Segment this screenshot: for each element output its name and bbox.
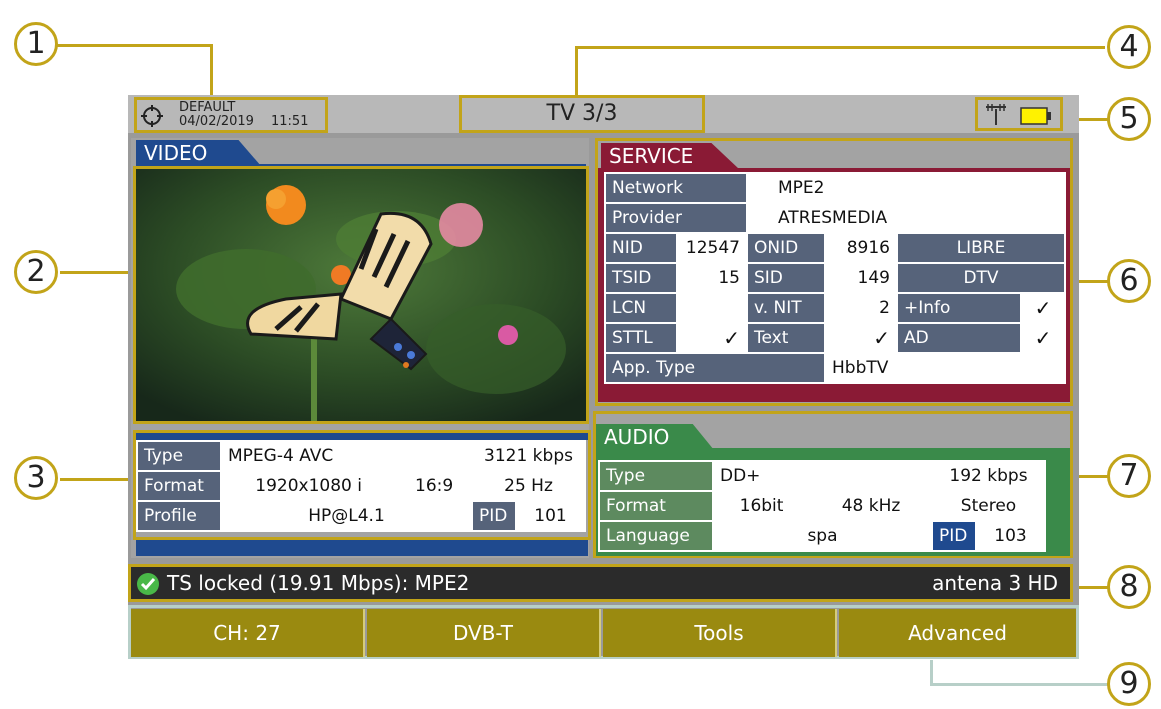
provider-label: Provider xyxy=(604,202,748,234)
callout-3: 3 xyxy=(14,456,58,500)
app-type-label: App. Type xyxy=(604,352,826,384)
audio-type-value: DD+ xyxy=(712,460,933,492)
date-text: 04/02/2019 xyxy=(179,114,254,129)
network-label: Network xyxy=(604,172,748,204)
audio-language-value: spa xyxy=(712,520,933,552)
sttl-label: STTL xyxy=(604,322,678,354)
video-pid-label: PID xyxy=(471,500,517,532)
video-frequency: 25 Hz xyxy=(471,470,586,502)
profile-box[interactable]: DEFAULT 04/02/2019 11:51 xyxy=(134,97,328,133)
vnit-value: 2 xyxy=(824,292,898,324)
target-icon xyxy=(141,105,163,131)
video-bottom-bar xyxy=(136,540,588,556)
signal-battery-box xyxy=(975,97,1063,131)
video-bitrate: 3121 kbps xyxy=(471,440,586,472)
callout-9-line xyxy=(930,683,1110,686)
video-type-value: MPEG-4 AVC xyxy=(220,440,473,472)
vnit-label: v. NIT xyxy=(746,292,826,324)
audio-pid-value: 103 xyxy=(975,520,1046,552)
callout-1-line xyxy=(53,44,213,47)
time-text: 11:51 xyxy=(271,114,309,129)
video-format-label: Format xyxy=(136,470,222,502)
callout-4: 4 xyxy=(1107,25,1151,69)
lock-status-text: TS locked (19.91 Mbps): MPE2 xyxy=(167,571,470,595)
audio-rate: 48 kHz xyxy=(809,490,933,522)
nid-label: NID xyxy=(604,232,678,264)
ad-check[interactable]: ✓ xyxy=(1020,322,1066,354)
butterfly-image xyxy=(136,169,586,421)
callout-4-line-v xyxy=(575,46,578,96)
check-circle-icon xyxy=(136,572,160,600)
info-label: +Info xyxy=(896,292,1022,324)
tsid-label: TSID xyxy=(604,262,678,294)
audio-format-label: Format xyxy=(598,490,714,522)
callout-5: 5 xyxy=(1107,97,1151,141)
sid-label: SID xyxy=(746,262,826,294)
callout-1-line-v xyxy=(210,44,213,99)
video-info-rule xyxy=(136,433,588,440)
callout-7: 7 xyxy=(1107,454,1151,498)
profile-name: DEFAULT xyxy=(179,100,236,115)
softkey-advanced[interactable]: Advanced xyxy=(839,609,1076,657)
lock-status-bar: TS locked (19.91 Mbps): MPE2 antena 3 HD xyxy=(128,564,1073,602)
callout-4-line xyxy=(575,46,1105,49)
antenna-icon xyxy=(984,103,1008,129)
app-type-value: HbbTV xyxy=(824,352,1066,384)
lcn-label: LCN xyxy=(604,292,678,324)
lcn-value xyxy=(676,292,748,324)
video-info-table: Type MPEG-4 AVC 3121 kbps Format 1920x10… xyxy=(136,440,586,532)
softkey-tools[interactable]: Tools xyxy=(603,609,837,657)
callout-9-line-v xyxy=(930,660,933,684)
audio-bits: 16bit xyxy=(711,490,812,522)
callout-6: 6 xyxy=(1107,259,1151,303)
access-label: LIBRE xyxy=(896,232,1066,264)
callout-9: 9 xyxy=(1107,662,1151,706)
callout-3-line xyxy=(60,478,132,481)
sid-value: 149 xyxy=(824,262,898,294)
audio-type-label: Type xyxy=(598,460,714,492)
video-pid-value: 101 xyxy=(515,500,586,532)
audio-channels: Stereo xyxy=(931,490,1046,522)
text-check[interactable]: ✓ xyxy=(824,322,898,354)
audio-language-label: Language xyxy=(598,520,714,552)
onid-value: 8916 xyxy=(824,232,898,264)
video-type-label: Type xyxy=(136,440,222,472)
info-check[interactable]: ✓ xyxy=(1020,292,1066,324)
video-profile-label: Profile xyxy=(136,500,222,532)
ad-label: AD xyxy=(896,322,1022,354)
video-profile-value: HP@L4.1 xyxy=(220,500,473,532)
service-type: DTV xyxy=(896,262,1066,294)
text-label: Text xyxy=(746,322,826,354)
audio-bitrate: 192 kbps xyxy=(931,460,1046,492)
video-aspect: 16:9 xyxy=(395,470,473,502)
provider-value: ATRESMEDIA xyxy=(746,202,1066,234)
network-value: MPE2 xyxy=(746,172,1066,204)
onid-label: ONID xyxy=(746,232,826,264)
tsid-value: 15 xyxy=(676,262,748,294)
video-resolution: 1920x1080 i xyxy=(219,470,398,502)
callout-1: 1 xyxy=(14,22,58,66)
video-preview[interactable] xyxy=(133,166,589,424)
nid-value: 12547 xyxy=(676,232,748,264)
sttl-check[interactable]: ✓ xyxy=(676,322,748,354)
callout-2: 2 xyxy=(14,250,58,294)
softkey-standard[interactable]: DVB-T xyxy=(367,609,601,657)
softkey-channel[interactable]: CH: 27 xyxy=(131,609,365,657)
callout-2-line xyxy=(60,271,132,274)
callout-8: 8 xyxy=(1107,565,1151,609)
service-table: Network MPE2 Provider ATRESMEDIA NID 125… xyxy=(604,172,1066,384)
screen-title: TV 3/3 xyxy=(459,95,705,133)
audio-table: Type DD+ 192 kbps Format 16bit 48 kHz St… xyxy=(598,460,1046,552)
audio-pid-label: PID xyxy=(931,520,977,552)
channel-name: antena 3 HD xyxy=(932,571,1058,595)
battery-icon xyxy=(1020,107,1052,129)
